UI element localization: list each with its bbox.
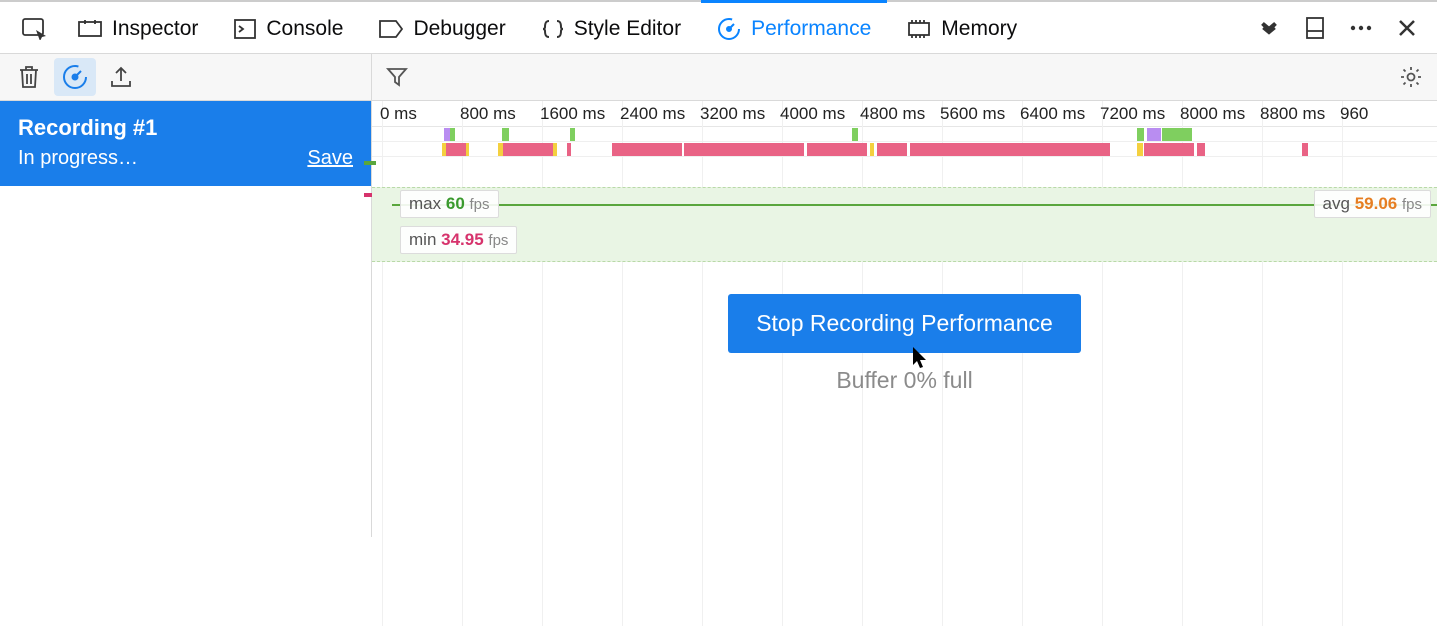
performance-toolbar: [372, 54, 1437, 101]
tab-memory[interactable]: Memory: [889, 2, 1035, 53]
memory-icon: [907, 19, 931, 39]
performance-icon: [717, 17, 741, 41]
ruler-tick: 4800 ms: [860, 104, 925, 124]
ruler-tick: 5600 ms: [940, 104, 1005, 124]
fps-avg-label: avg 59.06 fps: [1314, 190, 1431, 218]
recording-status: In progress…: [18, 147, 138, 170]
pick-element-button[interactable]: [10, 2, 60, 53]
ruler-tick: 1600 ms: [540, 104, 605, 124]
recording-controls: Stop Recording Performance Buffer 0% ful…: [372, 294, 1437, 394]
console-icon: [234, 19, 256, 39]
stop-recording-button[interactable]: Stop Recording Performance: [728, 294, 1081, 353]
tab-label: Inspector: [112, 17, 198, 41]
fps-max-label: max 60 fps: [400, 190, 499, 218]
tab-debugger[interactable]: Debugger: [361, 2, 523, 53]
ruler-tick: 8000 ms: [1180, 104, 1245, 124]
settings-gear-icon[interactable]: [1399, 65, 1423, 89]
ruler-tick: 7200 ms: [1100, 104, 1165, 124]
recordings-sidebar: Recording #1 In progress… Save: [0, 54, 372, 537]
debugger-icon: [379, 20, 403, 38]
timeline-ruler[interactable]: 0 ms 800 ms 1600 ms 2400 ms 3200 ms 4000 ms 48…: [372, 101, 1437, 127]
ruler-tick: 800 ms: [460, 104, 516, 124]
fps-min-label: min 34.95 fps: [400, 226, 517, 254]
fps-max-indicator: [364, 161, 376, 165]
ruler-tick: 3200 ms: [700, 104, 765, 124]
save-recording-link[interactable]: Save: [307, 147, 353, 170]
buffer-status: Buffer 0% full: [836, 367, 972, 394]
element-picker-icon: [22, 18, 48, 40]
kebab-menu-icon[interactable]: [1349, 16, 1373, 40]
ruler-tick: 6400 ms: [1020, 104, 1085, 124]
inspector-icon: [78, 19, 102, 39]
recording-list-item[interactable]: Recording #1 In progress… Save: [0, 101, 371, 186]
performance-main: 0 ms 800 ms 1600 ms 2400 ms 3200 ms 4000 ms 48…: [372, 54, 1437, 537]
dock-side-icon[interactable]: [1303, 16, 1327, 40]
fps-graph[interactable]: max 60 fps avg 59.06 fps min 34.95 fps: [372, 187, 1437, 262]
style-editor-icon: [542, 19, 564, 39]
tab-label: Console: [266, 17, 343, 41]
ruler-tick: 8800 ms: [1260, 104, 1325, 124]
start-recording-button[interactable]: [54, 58, 96, 96]
tab-console[interactable]: Console: [216, 2, 361, 53]
ruler-tick: 960: [1340, 104, 1368, 124]
ruler-tick: 0 ms: [380, 104, 417, 124]
devtools-tab-bar: Inspector Console Debugger Style Editor …: [0, 0, 1437, 54]
tab-style-editor[interactable]: Style Editor: [524, 2, 699, 53]
tab-label: Debugger: [413, 17, 505, 41]
toolbar-overflow: [1257, 16, 1427, 40]
timeline-markers[interactable]: [372, 127, 1437, 157]
recording-title: Recording #1: [18, 115, 353, 141]
tab-performance[interactable]: Performance: [699, 2, 889, 53]
tab-label: Style Editor: [574, 17, 681, 41]
ruler-tick: 2400 ms: [620, 104, 685, 124]
ruler-tick: 4000 ms: [780, 104, 845, 124]
more-tabs-icon[interactable]: [1257, 16, 1281, 40]
tab-label: Performance: [751, 17, 871, 41]
delete-recording-button[interactable]: [8, 58, 50, 96]
filter-icon[interactable]: [386, 66, 408, 88]
tab-inspector[interactable]: Inspector: [60, 2, 216, 53]
tab-label: Memory: [941, 17, 1017, 41]
import-recording-button[interactable]: [100, 58, 142, 96]
close-icon[interactable]: [1395, 16, 1419, 40]
recordings-toolbar: [0, 54, 371, 101]
